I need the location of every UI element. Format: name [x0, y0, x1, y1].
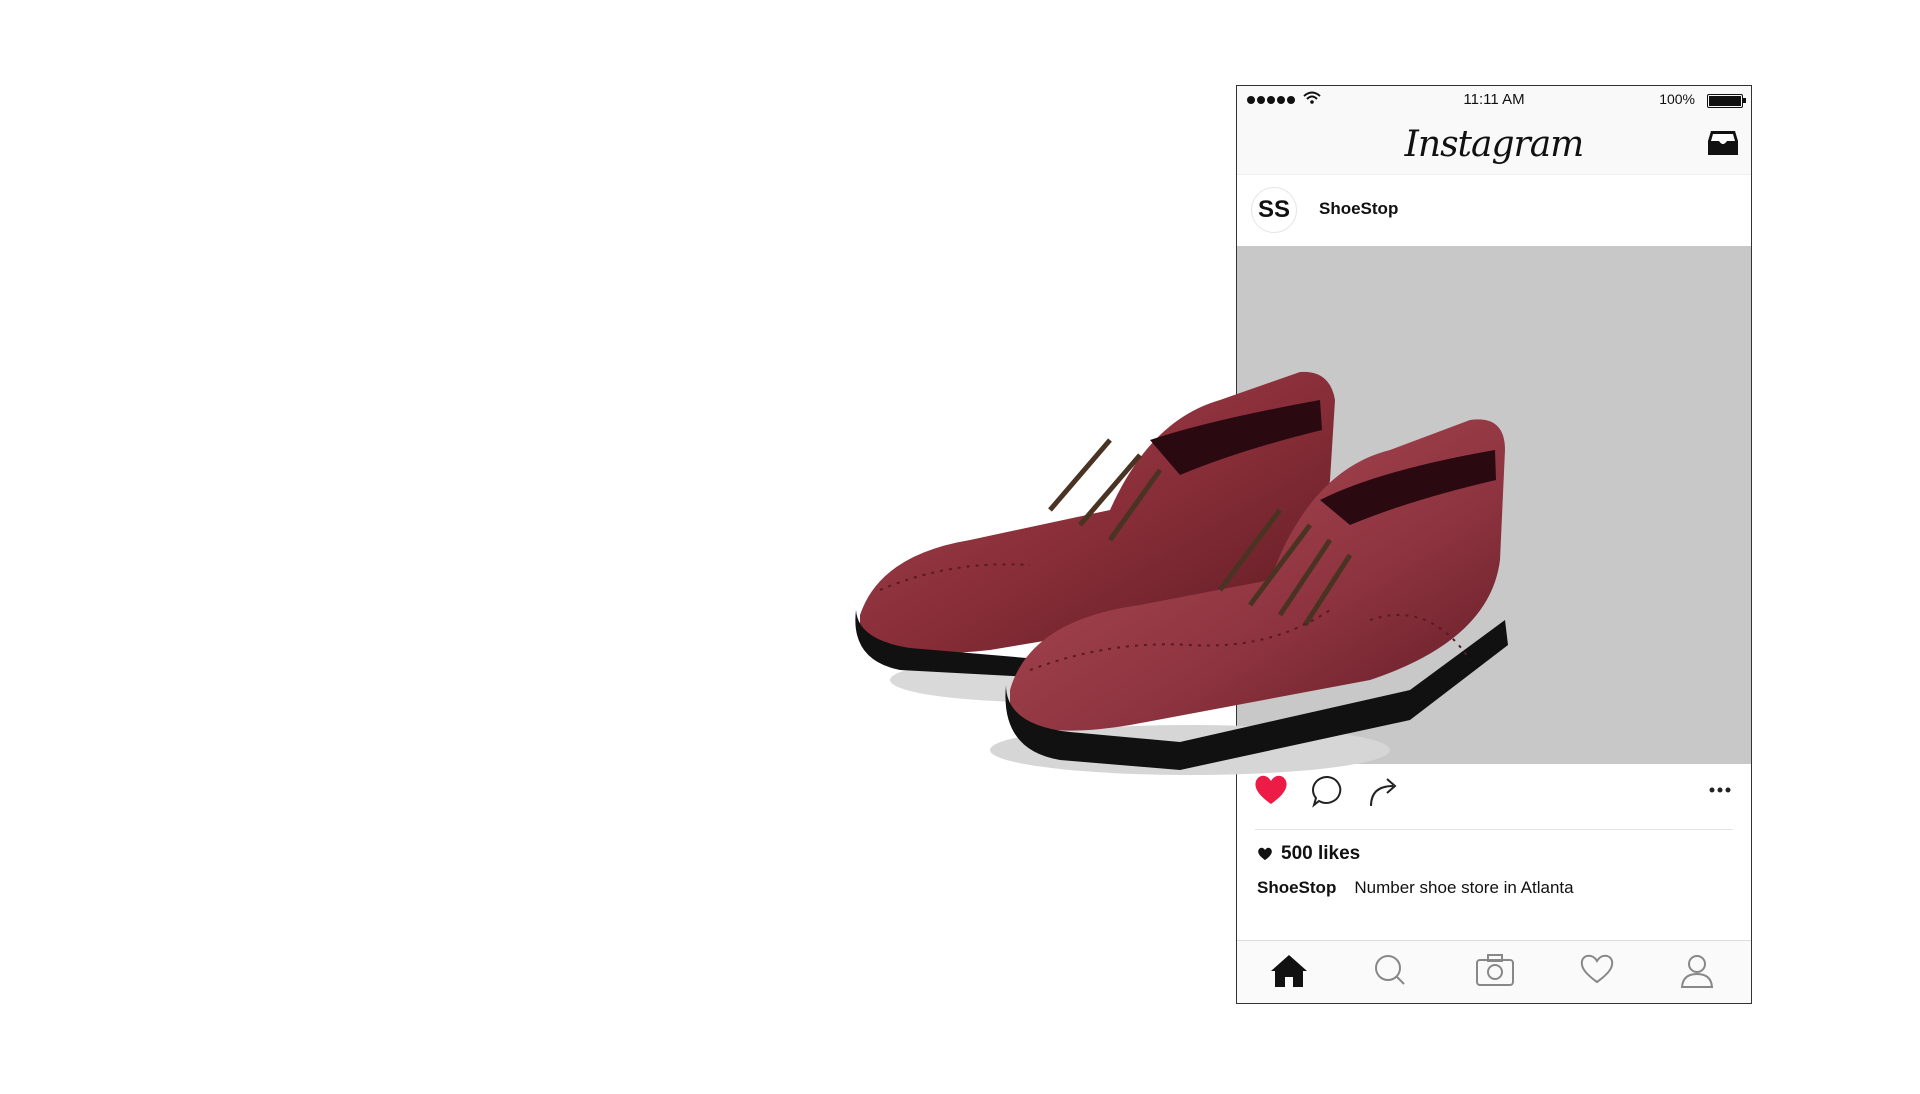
activity-icon[interactable]	[1579, 953, 1615, 985]
post-header: SS ShoeStop	[1237, 175, 1751, 245]
home-icon[interactable]	[1269, 953, 1309, 989]
status-bar: 11:11 AM 100%	[1237, 86, 1751, 112]
post-image[interactable]	[1237, 246, 1751, 764]
post-actions	[1237, 774, 1751, 824]
inbox-icon[interactable]	[1707, 129, 1739, 157]
caption-text: Number shoe store in Atlanta	[1354, 878, 1574, 897]
post-username[interactable]: ShoeStop	[1319, 199, 1398, 219]
share-icon[interactable]	[1367, 774, 1403, 808]
caption: ShoeStop Number shoe store in Atlanta	[1257, 878, 1574, 898]
caption-username[interactable]: ShoeStop	[1257, 878, 1336, 897]
profile-icon[interactable]	[1679, 953, 1715, 989]
phone-frame: 11:11 AM 100% Instagram SS ShoeStop 500 …	[1236, 85, 1752, 1004]
search-icon[interactable]	[1373, 953, 1407, 987]
heart-icon[interactable]	[1253, 774, 1289, 806]
camera-icon[interactable]	[1475, 953, 1515, 987]
small-heart-icon	[1258, 847, 1272, 861]
avatar[interactable]: SS	[1251, 187, 1297, 233]
more-icon[interactable]	[1709, 786, 1731, 794]
battery-percent: 100%	[1659, 91, 1695, 107]
divider	[1255, 829, 1733, 830]
battery-icon	[1707, 94, 1746, 108]
likes-count[interactable]: 500 likes	[1257, 843, 1360, 865]
tab-bar	[1237, 940, 1751, 1003]
top-nav: Instagram	[1237, 112, 1751, 175]
app-logo: Instagram	[1404, 124, 1585, 165]
comment-icon[interactable]	[1311, 774, 1345, 808]
likes-text: 500 likes	[1281, 843, 1361, 864]
